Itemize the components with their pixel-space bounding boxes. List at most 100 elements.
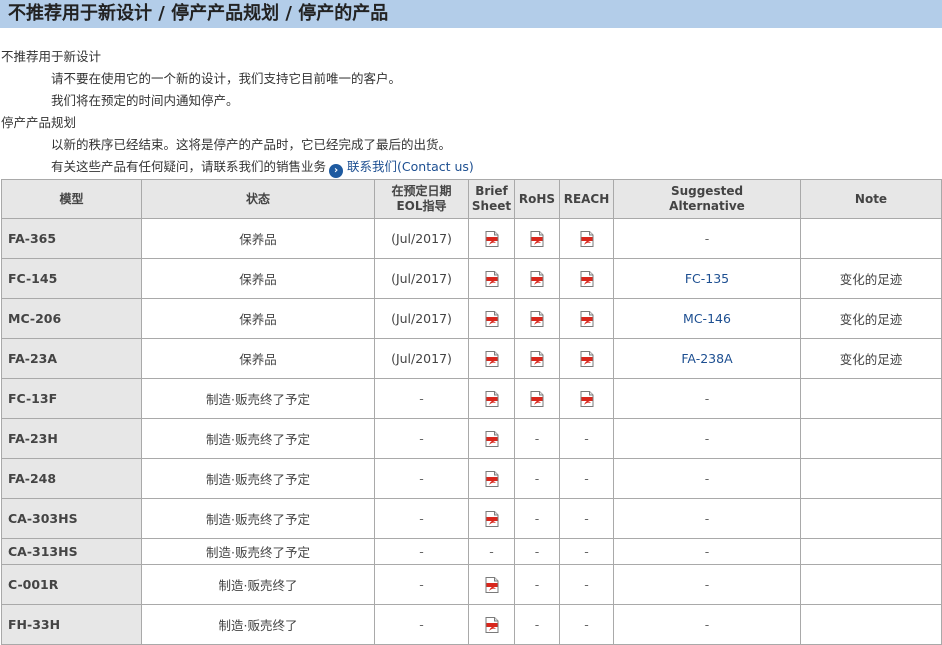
model-cell: FC-13F: [1, 378, 142, 419]
pdf-document-icon[interactable]: [485, 310, 499, 327]
brief-sheet-cell: -: [468, 538, 515, 565]
rohs-cell[interactable]: [514, 218, 560, 259]
section-not-recommended-title: 不推荐用于新设计: [1, 49, 102, 64]
alternative-link[interactable]: FA-238A: [681, 351, 732, 366]
status-cell: 制造·贩売终了: [141, 564, 375, 605]
rohs-cell[interactable]: [514, 378, 560, 419]
brief-sheet-cell[interactable]: [468, 338, 515, 379]
section-discontinued-title: 停产产品规划: [1, 115, 77, 130]
brief-sheet-cell[interactable]: [468, 498, 515, 539]
suggested-alternative-cell[interactable]: FC-135: [613, 258, 801, 299]
table-row: MC-206 保养品 (Jul/2017) MC-146 变化的足迹: [1, 298, 942, 339]
status-cell: 制造·贩売终了予定: [141, 458, 375, 499]
note-cell: 变化的足迹: [800, 258, 942, 299]
alternative-link[interactable]: FC-135: [685, 271, 729, 286]
model-cell: MC-206: [1, 298, 142, 339]
eol-cell: -: [374, 498, 469, 539]
header-status: 状态: [141, 179, 375, 219]
brief-sheet-cell[interactable]: [468, 564, 515, 605]
pdf-document-icon[interactable]: [485, 350, 499, 367]
status-cell: 制造·贩売终了予定: [141, 538, 375, 565]
suggested-alternative-cell: -: [613, 378, 801, 419]
suggested-alternative-cell: -: [613, 458, 801, 499]
pdf-document-icon[interactable]: [580, 270, 594, 287]
suggested-alternative-cell: -: [613, 604, 801, 645]
model-cell: FA-365: [1, 218, 142, 259]
brief-sheet-cell[interactable]: [468, 458, 515, 499]
pdf-document-icon[interactable]: [485, 270, 499, 287]
brief-sheet-cell[interactable]: [468, 298, 515, 339]
pdf-document-icon[interactable]: [580, 310, 594, 327]
brief-sheet-cell[interactable]: [468, 418, 515, 459]
status-cell: 制造·贩売终了: [141, 604, 375, 645]
model-cell: FA-248: [1, 458, 142, 499]
pdf-document-icon[interactable]: [530, 350, 544, 367]
pdf-document-icon[interactable]: [485, 576, 499, 593]
status-cell: 保养品: [141, 298, 375, 339]
table-row: FA-23A 保养品 (Jul/2017) FA-238A 变化的足迹: [1, 338, 942, 379]
pdf-document-icon[interactable]: [580, 350, 594, 367]
model-cell: FC-145: [1, 258, 142, 299]
pdf-document-icon[interactable]: [530, 390, 544, 407]
pdf-document-icon[interactable]: [485, 390, 499, 407]
reach-cell: -: [559, 604, 614, 645]
header-suggested-alternative: Suggested Alternative: [613, 179, 801, 219]
pdf-document-icon[interactable]: [580, 230, 594, 247]
table-row: FC-13F 制造·贩売终了予定 - -: [1, 378, 942, 419]
brief-sheet-cell[interactable]: [468, 258, 515, 299]
note-cell: [800, 218, 942, 259]
pdf-document-icon[interactable]: [485, 616, 499, 633]
note-cell: [800, 458, 942, 499]
eol-cell: -: [374, 564, 469, 605]
section-not-recommended-line-2: 我们将在预定的时间内通知停产。: [51, 93, 239, 108]
reach-cell[interactable]: [559, 338, 614, 379]
brief-sheet-cell[interactable]: [468, 378, 515, 419]
brief-sheet-cell[interactable]: [468, 218, 515, 259]
pdf-document-icon[interactable]: [485, 230, 499, 247]
brief-sheet-cell[interactable]: [468, 604, 515, 645]
rohs-cell[interactable]: [514, 258, 560, 299]
header-note: Note: [800, 179, 942, 219]
section-discontinued-line-2: 有关这些产品有任何疑问，请联系我们的销售业务 › 联系我们(Contact us): [0, 156, 942, 178]
alternative-link[interactable]: MC-146: [683, 311, 731, 326]
eol-cell: -: [374, 418, 469, 459]
reach-cell: -: [559, 538, 614, 565]
rohs-cell: -: [514, 538, 560, 565]
reach-cell[interactable]: [559, 258, 614, 299]
rohs-cell[interactable]: [514, 298, 560, 339]
suggested-alternative-cell[interactable]: MC-146: [613, 298, 801, 339]
contact-us-link[interactable]: 联系我们(Contact us): [347, 159, 474, 174]
model-cell: FA-23H: [1, 418, 142, 459]
pdf-document-icon[interactable]: [530, 270, 544, 287]
status-cell: 制造·贩売终了予定: [141, 418, 375, 459]
note-cell: 变化的足迹: [800, 338, 942, 379]
table-row: FA-23H 制造·贩売终了予定 - - - -: [1, 418, 942, 459]
pdf-document-icon[interactable]: [485, 510, 499, 527]
note-cell: [800, 604, 942, 645]
header-brief-sheet: Brief Sheet: [468, 179, 515, 219]
pdf-document-icon[interactable]: [485, 430, 499, 447]
status-cell: 保养品: [141, 218, 375, 259]
pdf-document-icon[interactable]: [580, 390, 594, 407]
header-eol: 在预定日期 EOL指导: [374, 179, 469, 219]
suggested-alternative-cell: -: [613, 498, 801, 539]
model-cell: C-001R: [1, 564, 142, 605]
pdf-document-icon[interactable]: [530, 310, 544, 327]
table-row: CA-313HS 制造·贩売终了予定 - - - - -: [1, 538, 942, 565]
reach-cell[interactable]: [559, 218, 614, 259]
note-cell: [800, 564, 942, 605]
pdf-document-icon[interactable]: [485, 470, 499, 487]
pdf-document-icon[interactable]: [530, 230, 544, 247]
header-rohs: RoHS: [514, 179, 560, 219]
rohs-cell[interactable]: [514, 338, 560, 379]
eol-cell: -: [374, 604, 469, 645]
eol-cell: -: [374, 538, 469, 565]
reach-cell[interactable]: [559, 298, 614, 339]
arrow-circle-icon[interactable]: ›: [329, 164, 344, 178]
suggested-alternative-cell[interactable]: FA-238A: [613, 338, 801, 379]
reach-cell: -: [559, 498, 614, 539]
header-model: 模型: [1, 179, 142, 219]
eol-cell: (Jul/2017): [374, 218, 469, 259]
reach-cell[interactable]: [559, 378, 614, 419]
reach-cell: -: [559, 564, 614, 605]
